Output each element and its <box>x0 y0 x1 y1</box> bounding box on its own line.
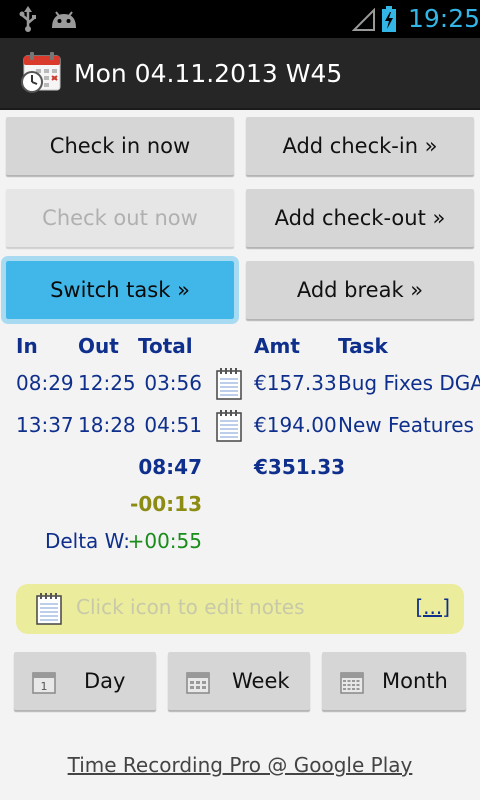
day-label: Day <box>84 669 126 693</box>
row2-notepad-icon[interactable] <box>216 410 242 447</box>
signal-icon <box>351 7 376 36</box>
difference-value: -00:13 <box>130 492 202 516</box>
add-check-in-button[interactable]: Add check-in » <box>246 117 474 175</box>
day-button[interactable]: 1 Day <box>14 652 156 710</box>
notes-placeholder: Click icon to edit notes <box>76 595 305 619</box>
row2-amt: €194.00 <box>254 413 337 437</box>
header-total: Total <box>138 334 193 358</box>
sum-amount: €351.33 <box>254 455 346 479</box>
row1-task: Bug Fixes DGA <box>338 371 480 395</box>
header-task: Task <box>338 334 388 358</box>
week-label: Week <box>232 669 290 693</box>
notes-bar[interactable]: Click icon to edit notes [...] <box>16 584 464 634</box>
notes-more-link[interactable]: [...] <box>415 594 450 620</box>
calendar-week-icon <box>186 670 210 698</box>
google-play-link[interactable]: Time Recording Pro @ Google Play <box>0 752 480 778</box>
usb-icon <box>18 6 38 36</box>
delta-week-label: Delta W: <box>44 529 130 553</box>
check-out-now-button[interactable]: Check out now <box>6 189 234 247</box>
switch-task-button[interactable]: Switch task » <box>1 256 239 324</box>
android-icon <box>50 8 78 34</box>
action-bar: Mon 04.11.2013 W45 <box>0 38 480 110</box>
add-break-button[interactable]: Add break » <box>246 261 474 319</box>
header-out: Out <box>78 334 119 358</box>
row2-out: 18:28 <box>78 413 136 437</box>
month-label: Month <box>382 669 448 693</box>
header-in: In <box>16 334 38 358</box>
row1-amt: €157.33 <box>254 371 337 395</box>
add-check-out-button[interactable]: Add check-out » <box>246 189 474 247</box>
calendar-day-icon: 1 <box>32 670 56 698</box>
svg-text:1: 1 <box>41 680 48 693</box>
header-amt: Amt <box>254 334 300 358</box>
time-table: In Out Total Amt Task 08:29 12:25 03:56 … <box>0 330 480 570</box>
week-button[interactable]: Week <box>168 652 310 710</box>
status-time: 19:25 <box>408 4 480 33</box>
row2-in: 13:37 <box>16 413 74 437</box>
calendar-clock-icon[interactable] <box>20 50 64 98</box>
row1-notepad-icon[interactable] <box>216 368 242 405</box>
row1-total: 03:56 <box>144 371 202 395</box>
row1-out: 12:25 <box>78 371 136 395</box>
notepad-icon[interactable] <box>36 593 62 629</box>
row2-task: New Features <box>338 413 474 437</box>
check-in-now-button[interactable]: Check in now <box>6 117 234 175</box>
sum-total: 08:47 <box>138 455 202 479</box>
month-button[interactable]: Month <box>322 652 466 710</box>
page-title: Mon 04.11.2013 W45 <box>74 59 343 88</box>
row1-in: 08:29 <box>16 371 74 395</box>
delta-week-value: +00:55 <box>127 529 202 553</box>
battery-charging-icon <box>381 6 397 36</box>
status-bar: 19:25 <box>0 0 480 38</box>
row2-total: 04:51 <box>144 413 202 437</box>
calendar-month-icon <box>340 670 364 698</box>
